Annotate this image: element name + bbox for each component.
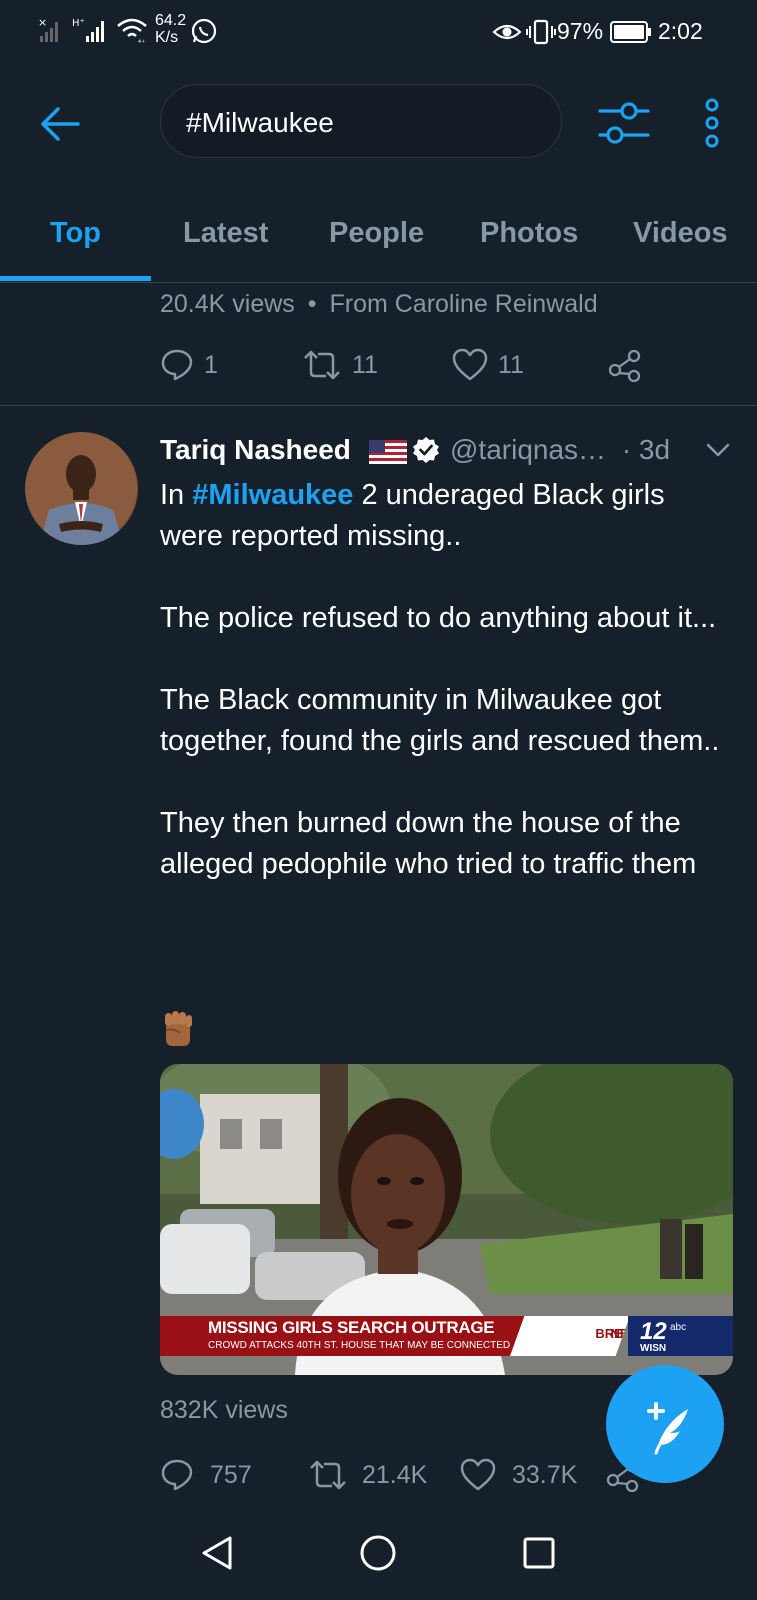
meta-separator: • [307, 290, 317, 318]
retweet-button[interactable]: 11 [302, 345, 378, 385]
tab-photos[interactable]: Photos [480, 217, 578, 250]
compose-feather-icon [647, 1402, 688, 1455]
news-subline: CROWD ATTACKS 40TH ST. HOUSE THAT MAY BE… [208, 1340, 511, 1351]
nav-back-icon[interactable] [200, 1534, 234, 1572]
station-call: WISN [640, 1343, 667, 1354]
retweet-button[interactable]: 21.4K [308, 1455, 427, 1495]
previous-tweet-actions: 1 11 11 [160, 345, 720, 385]
android-nav-bar [0, 1507, 757, 1600]
active-tab-indicator [0, 276, 151, 281]
battery-percent: 97% [557, 18, 604, 44]
compose-tweet-button[interactable] [606, 1365, 724, 1483]
wifi-icon: ⁴⁺ [117, 18, 147, 46]
whatsapp-icon [191, 18, 217, 44]
tab-people[interactable]: People [329, 217, 424, 250]
chevron-down-icon[interactable] [705, 438, 731, 462]
station-number: 12 [640, 1318, 667, 1345]
raised-fist-emoji: ✊🏾 [160, 1010, 200, 1050]
signal-icon: × [38, 16, 58, 42]
eye-icon [492, 24, 522, 40]
retweet-icon [310, 1460, 346, 1490]
reply-button[interactable]: 757 [160, 1455, 252, 1495]
breaking-news-badge: BREAKINGNEWS [510, 1316, 630, 1356]
svg-text:×: × [38, 16, 47, 29]
reply-icon [161, 349, 193, 381]
video-views: 832K views [160, 1396, 288, 1424]
like-count: 33.7K [512, 1460, 578, 1489]
like-button[interactable]: 11 [452, 345, 524, 385]
vibrate-icon [526, 19, 556, 45]
search-query: #Milwaukee [186, 107, 334, 138]
news-lower-third: MISSING GIRLS SEARCH OUTRAGE CROWD ATTAC… [160, 1316, 733, 1356]
news-headline: MISSING GIRLS SEARCH OUTRAGE [208, 1318, 495, 1337]
previous-tweet-meta: 20.4K views • From Caroline Reinwald [160, 290, 598, 319]
us-flag-icon [369, 440, 407, 464]
battery-icon [610, 21, 651, 43]
verified-badge-icon [413, 437, 439, 463]
nav-recents-icon[interactable] [522, 1536, 556, 1570]
share-icon [608, 349, 641, 382]
reply-count: 757 [210, 1460, 252, 1489]
search-input[interactable]: #Milwaukee [160, 84, 562, 158]
retweet-icon [304, 350, 340, 380]
tab-latest[interactable]: Latest [183, 217, 268, 250]
heart-icon [460, 1458, 496, 1491]
like-count: 11 [498, 350, 524, 379]
nav-home-icon[interactable] [359, 1534, 397, 1572]
hashtag-link[interactable]: #Milwaukee [192, 479, 353, 511]
reply-count: 1 [204, 350, 218, 379]
reply-icon [161, 1459, 193, 1491]
station-network: abc [670, 1322, 687, 1333]
tweet-text: In #Milwaukee 2 underaged Black girls we… [160, 475, 730, 885]
clock: 2:02 [658, 18, 703, 44]
more-options-icon[interactable] [700, 98, 724, 148]
station-logo: 12 abc WISN [628, 1316, 733, 1356]
handle-text: @tariqnas… [450, 434, 607, 465]
tab-top[interactable]: Top [50, 217, 101, 250]
previous-tweet-views: 20.4K views [160, 290, 295, 318]
share-button[interactable] [608, 345, 642, 385]
network-speed-value: 64.2 [155, 12, 187, 29]
network-speed-unit: K/s [155, 29, 179, 46]
tweet-divider [0, 405, 757, 406]
previous-tweet-source: From Caroline Reinwald [329, 290, 598, 318]
search-tabs: Top Latest People Photos Videos [0, 190, 757, 283]
author-handle: @tariqnas… · 3d [450, 434, 670, 466]
retweet-count: 11 [352, 350, 378, 379]
retweet-count: 21.4K [362, 1460, 428, 1489]
signal-h-plus-icon: H⁺ [72, 18, 104, 42]
like-button[interactable]: 33.7K [460, 1455, 577, 1495]
tweet-text-lead: In [160, 479, 193, 511]
back-arrow-icon[interactable] [38, 101, 84, 147]
svg-text:⁴⁺: ⁴⁺ [138, 38, 145, 46]
video-player[interactable]: MISSING GIRLS SEARCH OUTRAGE CROWD ATTAC… [160, 1064, 733, 1375]
tweet-time: · 3d [621, 434, 671, 465]
author-name[interactable]: Tariq Nasheed [160, 434, 351, 466]
tweet-header: Tariq Nasheed @tariqnas… · 3d [160, 432, 740, 472]
reply-button[interactable]: 1 [160, 345, 218, 385]
status-bar: × H⁺ ⁴⁺ 64.2 K/s 97% 2:02 [0, 0, 757, 60]
avatar[interactable] [25, 432, 138, 545]
heart-icon [452, 348, 488, 381]
tweet-text-body: 2 underaged Black girls were reported mi… [160, 479, 720, 880]
tab-videos[interactable]: Videos [633, 217, 728, 250]
search-filter-icon[interactable] [598, 99, 650, 147]
svg-text:H⁺: H⁺ [72, 18, 85, 29]
